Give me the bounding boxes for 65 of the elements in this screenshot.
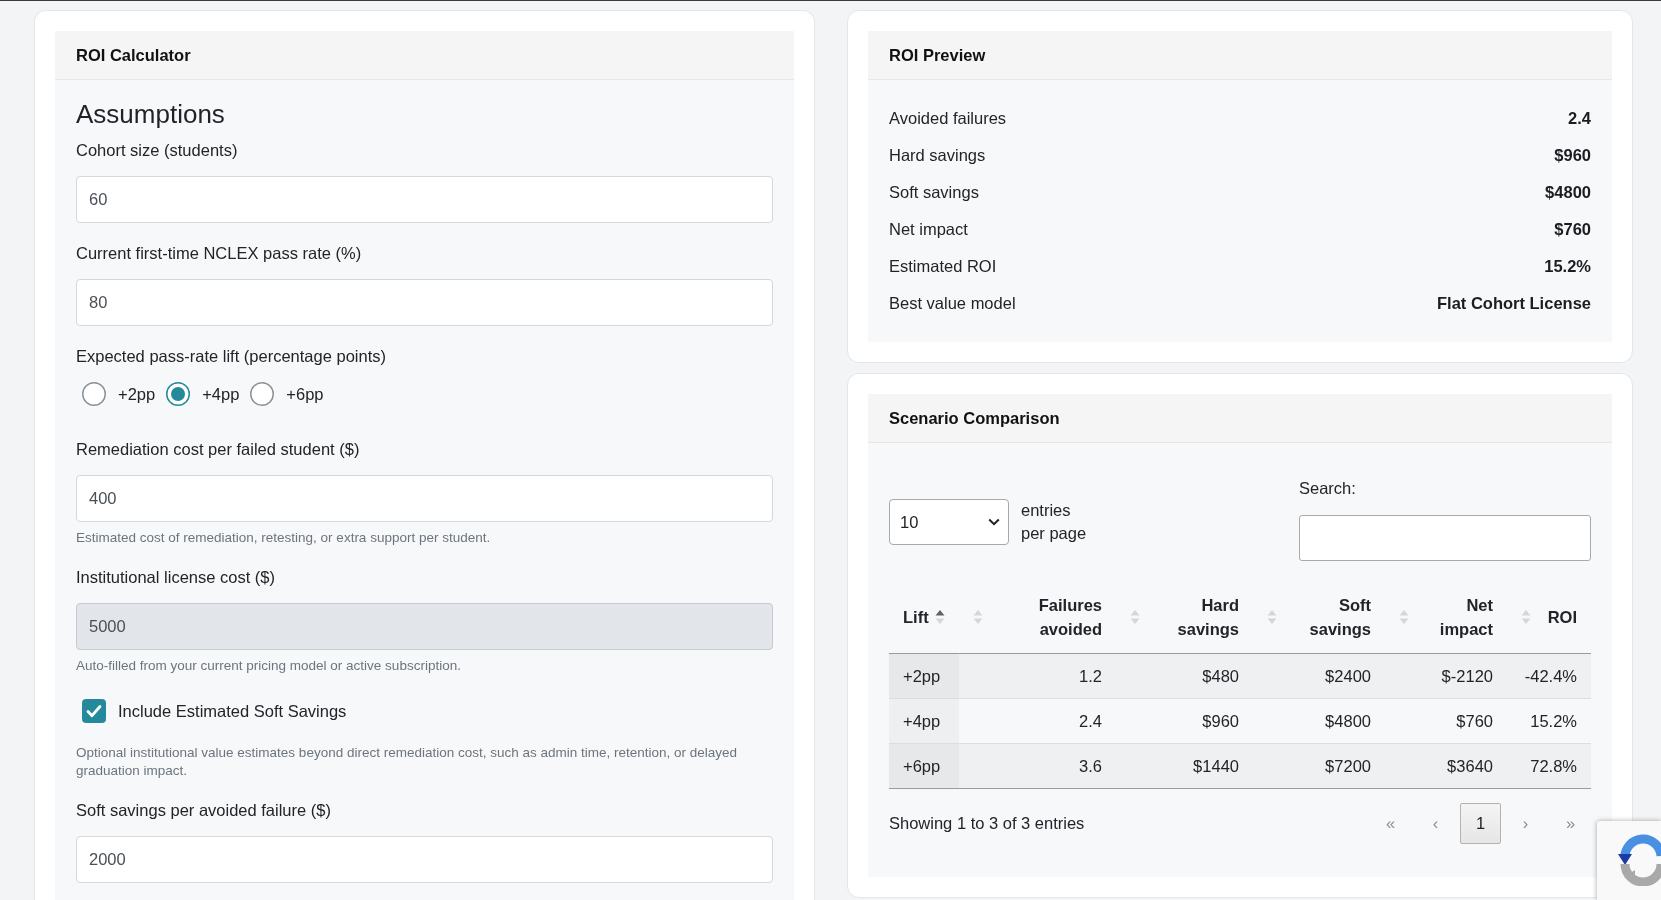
table-cell: +4pp: [889, 698, 959, 744]
column-header[interactable]: Hard savings: [1116, 580, 1253, 654]
panel-title: ROI Calculator: [76, 45, 191, 65]
radio-label[interactable]: +6pp: [286, 382, 324, 406]
table-cell: +2pp: [889, 653, 959, 699]
field-label: Cohort size (students): [76, 140, 239, 161]
help-text: Optional institutional value estimates beyond direct remediation cost, such as admin time, retention, or delayed graduation impact.: [76, 744, 739, 780]
pagination-button[interactable]: 1: [1460, 803, 1501, 844]
field-label: Institutional license cost ($): [76, 567, 276, 588]
search-label: Search:: [1299, 478, 1357, 499]
radio-label[interactable]: +2pp: [118, 382, 156, 406]
page-size-label: entries per page: [1021, 500, 1088, 544]
metric-label: Estimated ROI: [889, 257, 997, 276]
search-input[interactable]: [1299, 515, 1591, 561]
table-info-text: Showing 1 to 3 of 3 entries: [889, 814, 1085, 833]
page-size-select[interactable]: 10: [889, 499, 1009, 545]
metric-value: $960: [1554, 146, 1591, 165]
table-cell: $3640: [1385, 743, 1507, 789]
help-text: Auto-filled from your current pricing model or active subscription.: [76, 657, 462, 675]
radio-button[interactable]: [250, 382, 275, 406]
help-text: Estimated cost of remediation, retesting, or extra support per student.: [76, 529, 492, 547]
number-input[interactable]: 2000: [76, 836, 773, 883]
field-label: Expected pass-rate lift (percentage points): [76, 346, 387, 367]
metric-value: 15.2%: [1544, 257, 1591, 276]
table-cell: 3.6: [959, 743, 1116, 789]
panel-title: ROI Preview: [889, 45, 986, 65]
radio-button[interactable]: [82, 382, 106, 406]
checkbox-label[interactable]: Include Estimated Soft Savings: [118, 699, 347, 723]
metric-label: Best value model: [889, 294, 1016, 313]
metric-value: Flat Cohort License: [1436, 294, 1591, 313]
metric-value: 2.4: [1568, 109, 1591, 128]
circular-arrows-icon: [1615, 834, 1661, 886]
number-input[interactable]: 60: [76, 176, 773, 223]
field-label: Remediation cost per failed student ($): [76, 439, 361, 460]
column-header[interactable]: Soft savings: [1253, 580, 1385, 654]
metric-label: Soft savings: [889, 183, 979, 202]
number-input[interactable]: 80: [76, 279, 773, 326]
number-input[interactable]: 400: [76, 475, 773, 522]
table-cell: -42.4%: [1507, 653, 1591, 699]
table-cell: 72.8%: [1507, 743, 1591, 789]
table-cell: $7200: [1253, 743, 1385, 789]
radio-label[interactable]: +4pp: [202, 382, 240, 406]
table-cell: $-2120: [1385, 653, 1507, 699]
metric-label: Net impact: [889, 220, 968, 239]
captcha-badge[interactable]: [1597, 821, 1661, 900]
column-header[interactable]: Lift: [889, 580, 959, 654]
panel-title: Scenario Comparison: [889, 408, 1060, 428]
metric-value: $4800: [1545, 183, 1591, 202]
radio-button[interactable]: [166, 382, 191, 406]
field-label: Soft savings per avoided failure ($): [76, 800, 332, 821]
chevron-down-icon: [988, 518, 1000, 526]
table-cell: $1440: [1116, 743, 1253, 789]
column-header[interactable]: Failures avoided: [959, 580, 1116, 654]
table-cell: $480: [1116, 653, 1253, 699]
column-header[interactable]: Net impact: [1385, 580, 1507, 654]
field-label: Current first-time NCLEX pass rate (%): [76, 243, 363, 264]
section-heading: Assumptions: [76, 99, 226, 130]
metric-label: Hard savings: [889, 146, 986, 165]
table-cell: 1.2: [959, 653, 1116, 699]
table-cell: $2400: [1253, 653, 1385, 699]
metric-label: Avoided failures: [889, 109, 1007, 128]
metric-value: $760: [1554, 220, 1591, 239]
checkbox[interactable]: [82, 699, 106, 723]
table-cell: +6pp: [889, 743, 959, 789]
column-header[interactable]: ROI: [1507, 580, 1591, 654]
